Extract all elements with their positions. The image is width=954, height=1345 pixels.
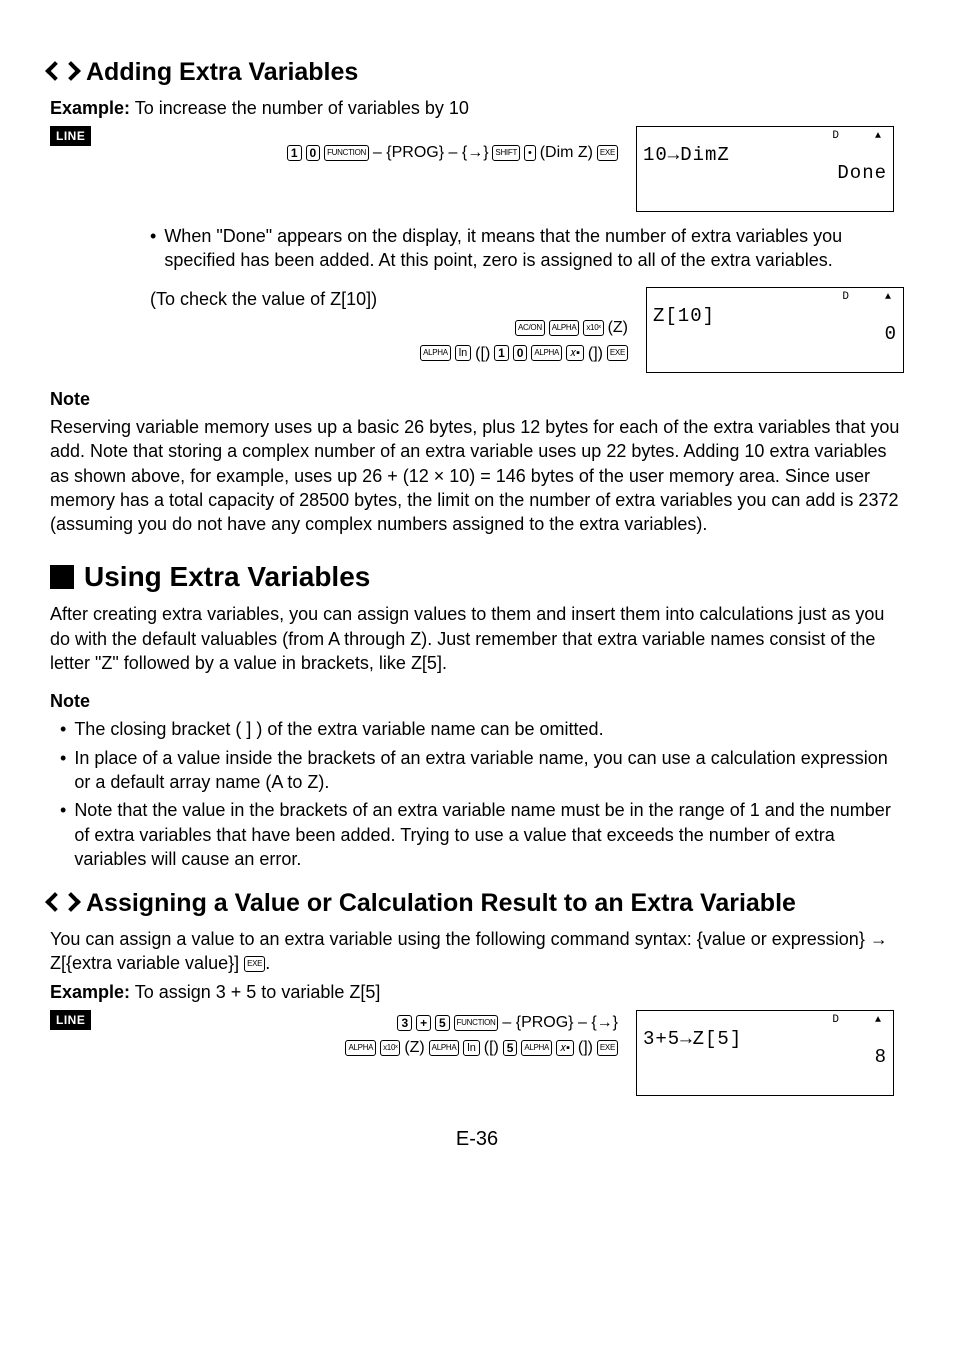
- chevrons-icon: [50, 891, 76, 917]
- example-text: To increase the number of variables by 1…: [130, 98, 469, 118]
- line-badge: LINE: [50, 126, 91, 146]
- sec3-body-post: .: [265, 953, 270, 973]
- lcd2-status-d: D: [842, 291, 849, 303]
- black-square-icon: [50, 565, 74, 589]
- keyseq-text-prog: – {PROG} – {→}: [373, 144, 489, 161]
- key-shift: SHIFT: [492, 145, 520, 161]
- example-line: Example: To increase the number of varia…: [50, 96, 904, 120]
- key-1: 1: [494, 345, 509, 361]
- heading2-text: Using Extra Variables: [84, 558, 370, 596]
- key-exe: EXE: [597, 145, 618, 161]
- heading-adding-extra-variables: Adding Extra Variables: [50, 56, 904, 90]
- note2-b2-text: In place of a value inside the brackets …: [74, 746, 904, 795]
- sec3-body: You can assign a value to an extra varia…: [50, 927, 904, 976]
- keyseq3-text: – {PROG} – {→}: [502, 1014, 618, 1031]
- key-z-label: (Z): [608, 319, 628, 336]
- key-exe: EXE: [607, 345, 628, 361]
- key-alpha: ALPHA: [549, 320, 580, 336]
- key-z-label: (Z): [404, 1039, 424, 1056]
- heading-assigning: Assigning a Value or Calculation Result …: [50, 887, 904, 921]
- bullet-done-text: When "Done" appears on the display, it m…: [164, 224, 904, 273]
- example-label: Example:: [50, 98, 130, 118]
- lcd-display-2: D ▲ Z[10] 0: [646, 287, 904, 373]
- sec2-body: After creating extra variables, you can …: [50, 602, 904, 675]
- key-x10x: x10ˣ: [583, 320, 603, 336]
- key-3: 3: [397, 1015, 412, 1031]
- key-acon: AC/ON: [515, 320, 545, 336]
- key-xsq: 𝑥▪: [566, 345, 584, 361]
- note2-title: Note: [50, 689, 904, 713]
- lcd3-line2: 8: [875, 1045, 887, 1071]
- note1-title: Note: [50, 387, 904, 411]
- key-close-bracket: (]): [578, 1039, 593, 1056]
- note2-b1: • The closing bracket ( ] ) of the extra…: [60, 717, 904, 741]
- example3-label: Example:: [50, 982, 130, 1002]
- key-sequence-3: 3 + 5 FUNCTION – {PROG} – {→} ALPHA x10ˣ…: [120, 1010, 618, 1061]
- bullet-icon: •: [60, 717, 66, 741]
- lcd-line1: 10→DimZ: [643, 143, 730, 169]
- key-sequence-1: 1 0 FUNCTION – {PROG} – {→} SHIFT • (Dim…: [120, 140, 618, 166]
- heading3-text: Assigning a Value or Calculation Result …: [86, 887, 796, 921]
- key-open-bracket: ([): [475, 345, 490, 362]
- key-alpha: ALPHA: [429, 1040, 460, 1056]
- key-0: 0: [306, 145, 321, 161]
- lcd-display-1: D ▲ 10→DimZ Done: [636, 126, 894, 212]
- key-dot: •: [524, 145, 536, 161]
- key-alpha: ALPHA: [420, 345, 451, 361]
- lcd-display-3: D ▲ 3+5→Z[5] 8: [636, 1010, 894, 1096]
- key-alpha: ALPHA: [531, 345, 562, 361]
- key-5: 5: [503, 1040, 518, 1056]
- note1-body: Reserving variable memory uses up a basi…: [50, 415, 904, 536]
- note2-b1-text: The closing bracket ( ] ) of the extra v…: [74, 717, 603, 741]
- bullet-done: • When "Done" appears on the display, it…: [150, 224, 904, 273]
- keyseq-text-dimz: (Dim Z): [540, 144, 593, 161]
- up-triangle-icon: ▲: [875, 1015, 881, 1026]
- bullet-icon: •: [60, 798, 66, 871]
- example-1-row: LINE 1 0 FUNCTION – {PROG} – {→} SHIFT •…: [50, 126, 904, 212]
- lcd-line2: Done: [837, 161, 887, 187]
- heading-using-extra-variables: Using Extra Variables: [50, 558, 904, 596]
- key-alpha: ALPHA: [521, 1040, 552, 1056]
- lcd3-line1: 3+5→Z[5]: [643, 1027, 742, 1053]
- chevrons-icon: [50, 60, 76, 86]
- key-exe: EXE: [597, 1040, 618, 1056]
- bullet-icon: •: [150, 224, 156, 273]
- key-0: 0: [513, 345, 528, 361]
- key-ln: ln: [455, 345, 472, 361]
- up-triangle-icon: ▲: [875, 131, 881, 142]
- key-plus: +: [416, 1015, 431, 1031]
- key-5: 5: [435, 1015, 450, 1031]
- key-exe: EXE: [244, 956, 265, 972]
- heading-text: Adding Extra Variables: [86, 56, 358, 90]
- key-x10x: x10ˣ: [380, 1040, 400, 1056]
- key-xsq: 𝑥▪: [556, 1040, 574, 1056]
- lcd2-line1: Z[10]: [653, 304, 715, 330]
- key-sequence-2: AC/ON ALPHA x10ˣ (Z) ALPHA ln ([) 1 0 AL…: [50, 315, 628, 366]
- example-3-row: LINE 3 + 5 FUNCTION – {PROG} – {→} ALPHA…: [50, 1010, 904, 1096]
- example3-text: To assign 3 + 5 to variable Z[5]: [130, 982, 380, 1002]
- sec3-body-pre: You can assign a value to an extra varia…: [50, 929, 888, 973]
- key-close-bracket: (]): [588, 345, 603, 362]
- key-1: 1: [287, 145, 302, 161]
- note2-b3-text: Note that the value in the brackets of a…: [74, 798, 904, 871]
- up-triangle-icon: ▲: [885, 292, 891, 303]
- lcd2-line2: 0: [885, 322, 897, 348]
- key-function: FUNCTION: [454, 1015, 499, 1031]
- key-function: FUNCTION: [324, 145, 369, 161]
- key-open-bracket: ([): [484, 1039, 499, 1056]
- example3-line: Example: To assign 3 + 5 to variable Z[5…: [50, 980, 904, 1004]
- bullet-icon: •: [60, 746, 66, 795]
- note2-b3: • Note that the value in the brackets of…: [60, 798, 904, 871]
- key-ln: ln: [463, 1040, 480, 1056]
- note2-b2: • In place of a value inside the bracket…: [60, 746, 904, 795]
- lcd3-status-d: D: [832, 1014, 839, 1026]
- lcd-status-d: D: [832, 130, 839, 142]
- page-number: E-36: [50, 1126, 904, 1153]
- key-alpha: ALPHA: [345, 1040, 376, 1056]
- line-badge: LINE: [50, 1010, 91, 1030]
